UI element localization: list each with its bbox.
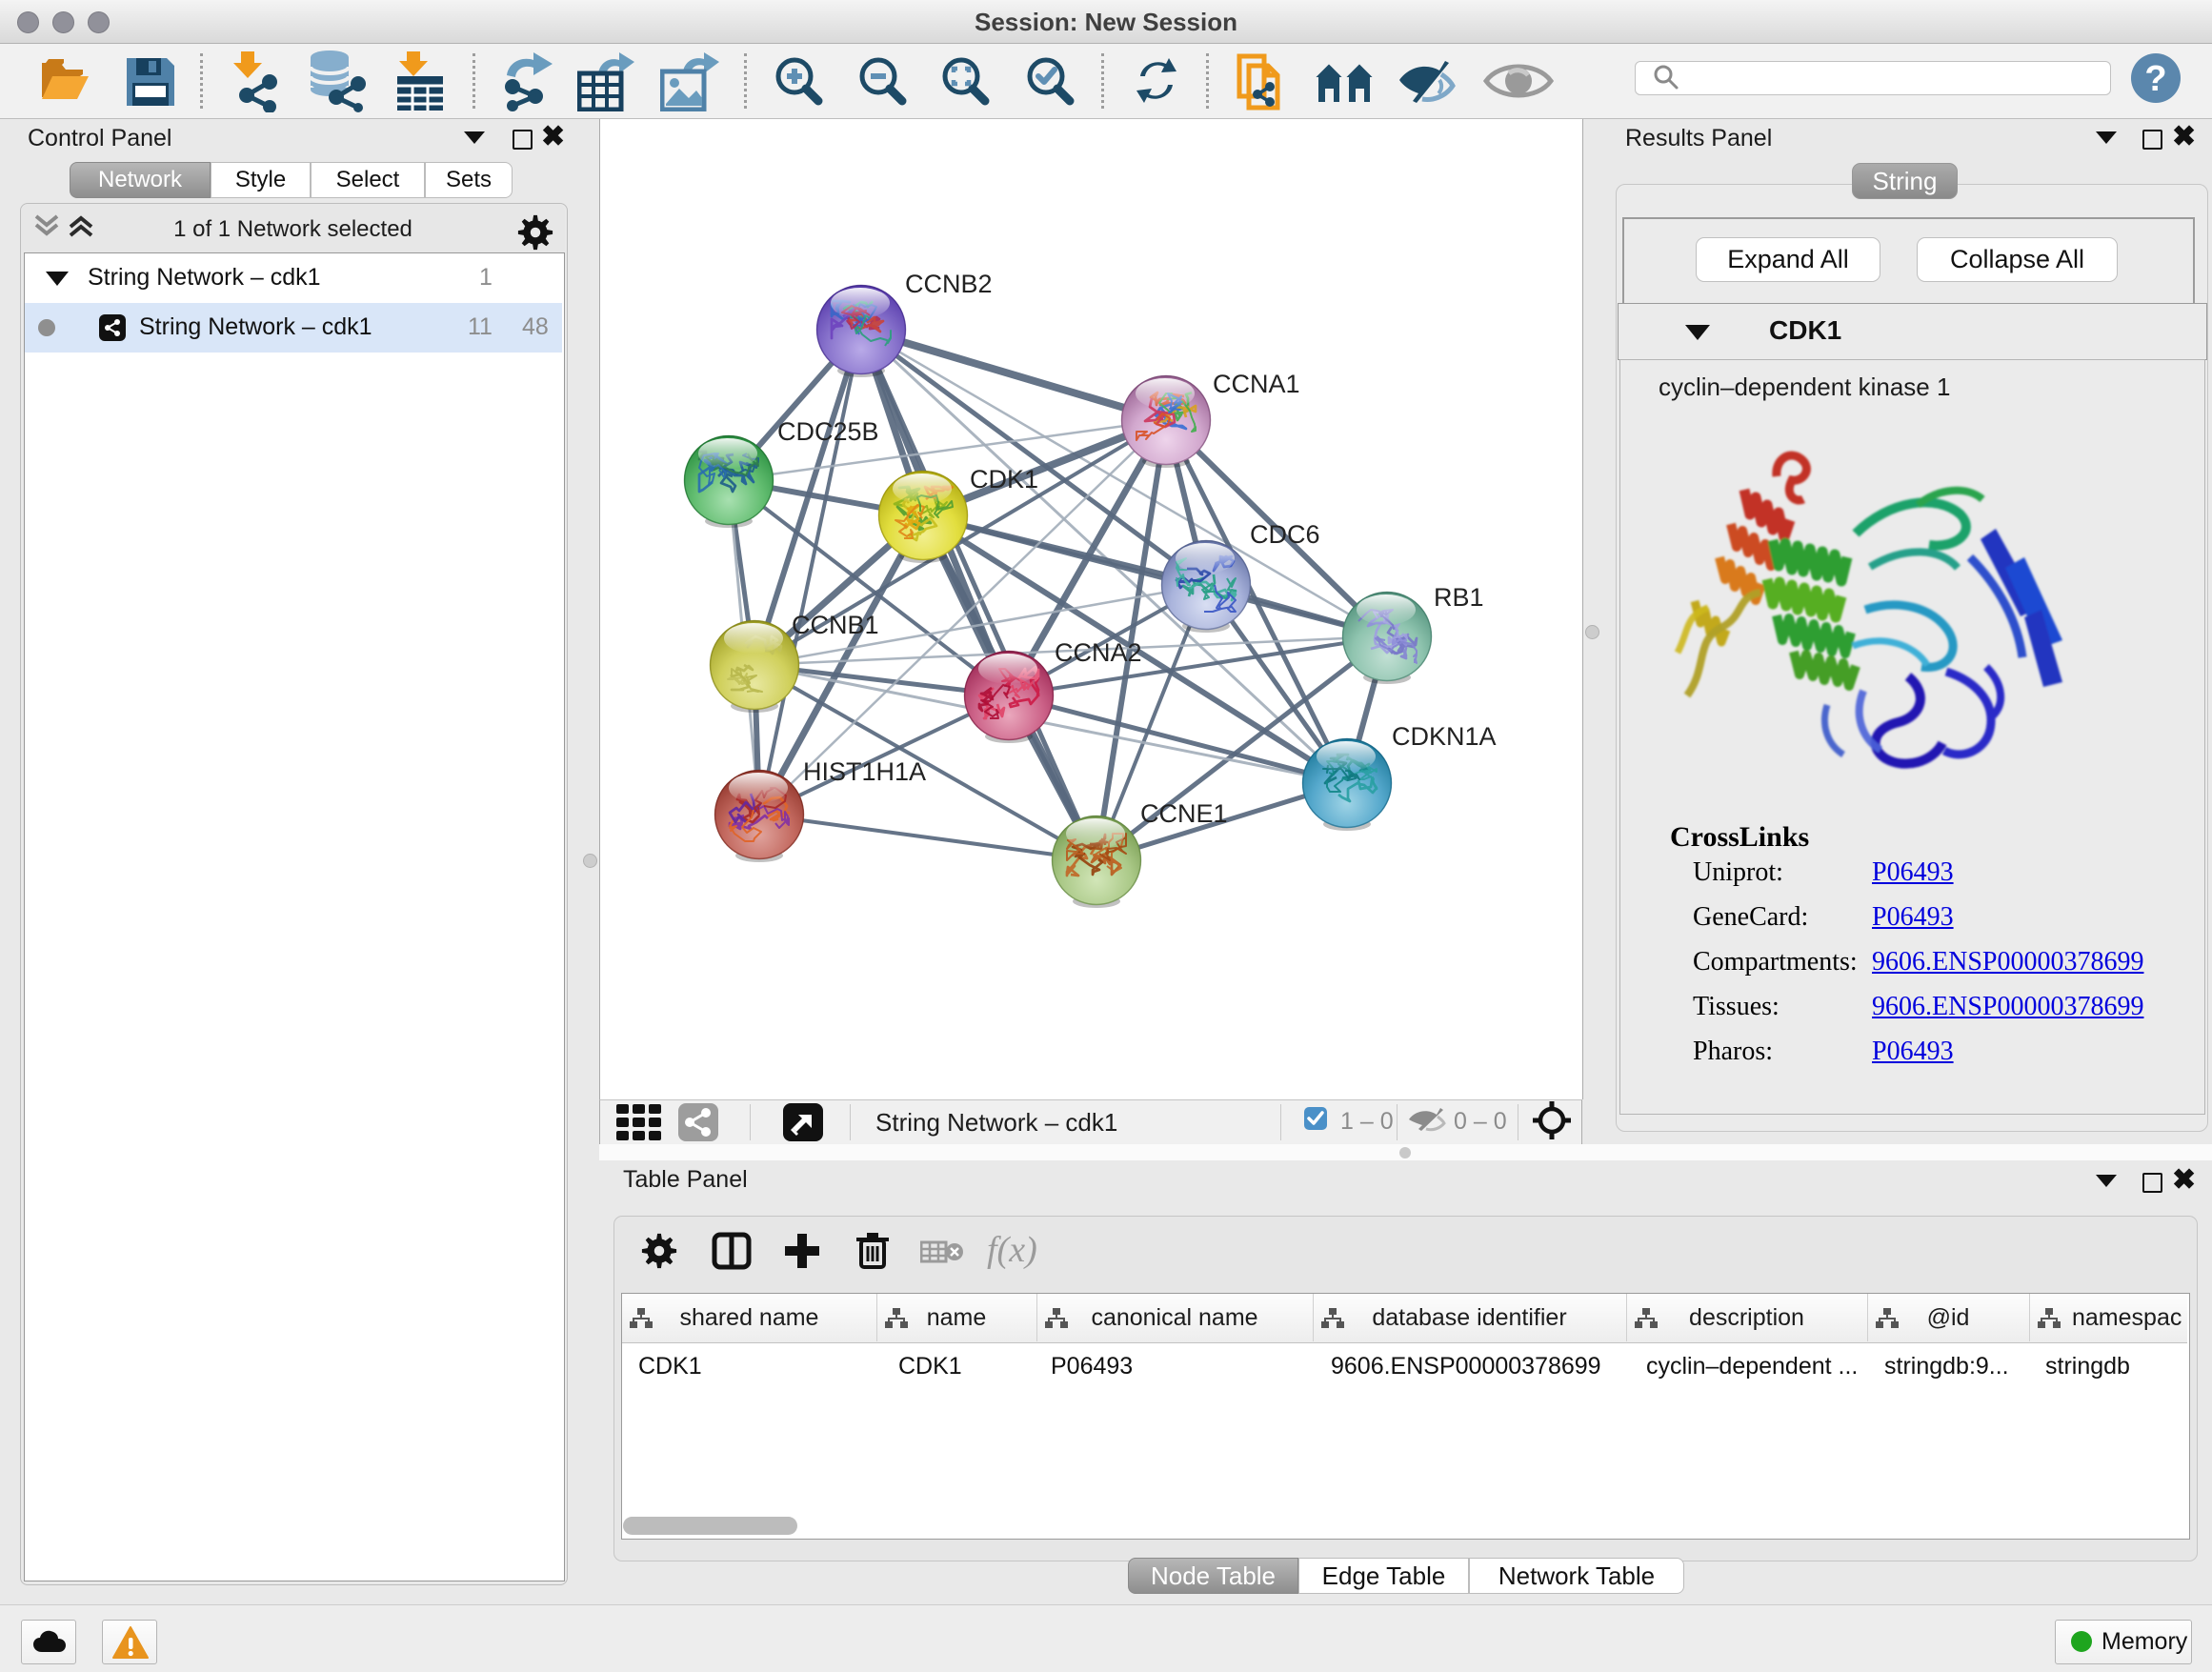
svg-text:CCNB1: CCNB1 [792,611,879,639]
svg-text:CDK1: CDK1 [970,465,1038,494]
svg-text:CCNA2: CCNA2 [1055,638,1142,667]
svg-text:HIST1H1A: HIST1H1A [803,757,926,786]
svg-text:?: ? [2144,59,2166,99]
svg-text:RB1: RB1 [1434,583,1484,612]
svg-text:CCNE1: CCNE1 [1140,799,1228,828]
svg-text:CCNB2: CCNB2 [905,270,993,298]
svg-text:CDC6: CDC6 [1250,520,1320,549]
svg-text:CDC25B: CDC25B [777,417,879,446]
svg-text:CDKN1A: CDKN1A [1392,722,1497,751]
svg-text:CCNA1: CCNA1 [1213,370,1300,398]
